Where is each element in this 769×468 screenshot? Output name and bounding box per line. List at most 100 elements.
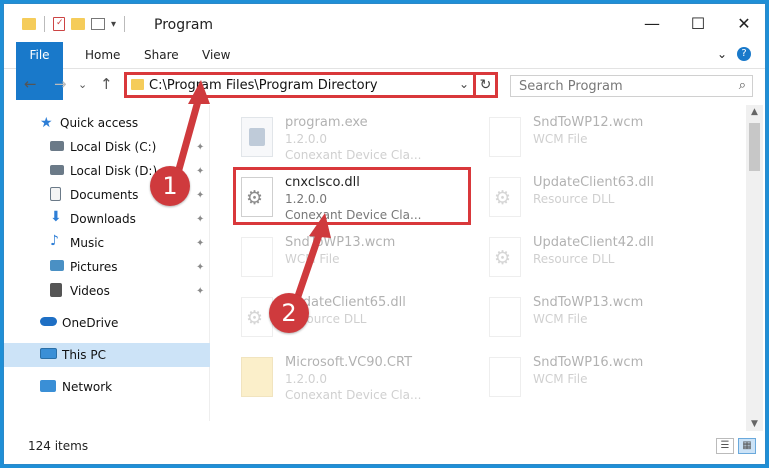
- network-icon: [40, 380, 56, 392]
- file-description: WCM File: [533, 132, 588, 146]
- properties-icon[interactable]: ✓: [53, 17, 65, 31]
- file-item[interactable]: SndToWP13.wcm WCM File: [481, 287, 719, 345]
- sidebar-item-videos[interactable]: Videos ✦: [4, 279, 210, 303]
- folder-icon: [131, 79, 144, 90]
- file-name: SndToWP16.wcm: [533, 355, 644, 370]
- scrollbar-thumb[interactable]: [749, 123, 760, 171]
- star-icon: ★: [40, 115, 53, 131]
- address-bar[interactable]: C:\Program Files\Program Directory ⌄: [124, 72, 476, 98]
- pictures-icon: [50, 260, 64, 271]
- sidebar-item-local-disk-c[interactable]: Local Disk (C:) ✦: [4, 135, 210, 159]
- file-item[interactable]: UpdateClient63.dll Resource DLL: [481, 167, 719, 225]
- sidebar-item-label: OneDrive: [62, 316, 119, 330]
- pin-icon[interactable]: ✦: [196, 190, 204, 201]
- folder-icon[interactable]: [22, 18, 36, 30]
- vertical-scrollbar[interactable]: ▲ ▼: [746, 105, 763, 431]
- window-title: Program: [154, 17, 214, 33]
- sidebar-item-music[interactable]: ♪ Music ✦: [4, 231, 210, 255]
- file-name: cnxclsco.dll: [285, 175, 360, 190]
- file-version: 1.2.0.0: [285, 192, 327, 206]
- status-bar: 124 items ☰ ▦: [4, 432, 765, 462]
- forward-icon[interactable]: →: [54, 75, 67, 93]
- new-folder-icon[interactable]: [71, 18, 85, 30]
- chevron-down-icon[interactable]: ▾: [111, 19, 116, 30]
- file-item[interactable]: SndToWP12.wcm WCM File: [481, 107, 719, 165]
- sidebar-item-label: Network: [62, 380, 113, 394]
- sidebar-item-this-pc[interactable]: This PC: [4, 343, 210, 367]
- file-name: Microsoft.VC90.CRT: [285, 355, 413, 370]
- address-path[interactable]: C:\Program Files\Program Directory: [149, 78, 378, 93]
- file-list: program.exe 1.2.0.0 Conexant Device Cla.…: [211, 105, 744, 421]
- sidebar-item-quick-access[interactable]: ★ Quick access: [4, 111, 210, 135]
- sidebar-item-label: Local Disk (D:): [70, 164, 158, 178]
- back-icon[interactable]: ←: [24, 75, 37, 93]
- details-view-icon[interactable]: ☰: [716, 438, 734, 454]
- customize-icon[interactable]: [91, 18, 105, 30]
- file-description: WCM File: [533, 312, 588, 326]
- sidebar-item-label: Documents: [70, 188, 139, 202]
- file-description: Resource DLL: [533, 252, 615, 266]
- sidebar-item-label: Music: [70, 236, 105, 250]
- address-dropdown-icon[interactable]: ⌄: [459, 77, 469, 91]
- tab-home[interactable]: Home: [85, 42, 120, 69]
- tab-view[interactable]: View: [202, 42, 230, 69]
- sidebar-item-pictures[interactable]: Pictures ✦: [4, 255, 210, 279]
- drive-icon: [50, 165, 64, 175]
- pin-icon[interactable]: ✦: [196, 214, 204, 225]
- computer-icon: [40, 348, 57, 359]
- expand-ribbon-icon[interactable]: ⌄: [717, 47, 727, 61]
- file-icon: [489, 117, 521, 157]
- sidebar-item-onedrive[interactable]: OneDrive: [4, 311, 210, 335]
- file-icon: [241, 237, 273, 277]
- close-button[interactable]: ✕: [721, 4, 765, 42]
- sidebar-item-downloads[interactable]: ⬇ Downloads ✦: [4, 207, 210, 231]
- sidebar-item-label: Local Disk (C:): [70, 140, 157, 154]
- recent-locations-icon[interactable]: ⌄: [78, 78, 87, 91]
- file-item[interactable]: SndToWP16.wcm WCM File: [481, 347, 719, 405]
- dll-icon: [489, 237, 521, 277]
- explorer-window: ✓ ▾ Program — ☐ ✕ File Home Share View ⌄…: [3, 3, 766, 465]
- maximize-button[interactable]: ☐: [675, 4, 721, 42]
- minimize-button[interactable]: —: [629, 4, 675, 42]
- help-icon[interactable]: ?: [737, 47, 751, 61]
- file-description: Conexant Device Cla...: [285, 148, 422, 162]
- file-name: SndToWP12.wcm: [533, 115, 644, 130]
- sidebar-item-label: Pictures: [70, 260, 118, 274]
- dll-icon: [241, 297, 273, 337]
- ribbon-right-controls: ⌄ ?: [717, 47, 751, 61]
- ribbon-tabs: File Home Share View ⌄ ?: [4, 42, 765, 100]
- up-icon[interactable]: ↑: [100, 75, 113, 93]
- exe-icon: [241, 117, 273, 157]
- scroll-down-icon[interactable]: ▼: [746, 419, 763, 429]
- search-icon[interactable]: ⌕: [739, 78, 746, 93]
- file-item[interactable]: SndToWP13.wcm WCM File: [233, 227, 471, 285]
- file-item[interactable]: UpdateClient42.dll Resource DLL: [481, 227, 719, 285]
- navigation-row: ← → ⌄ ↑ C:\Program Files\Program Directo…: [4, 69, 765, 105]
- file-item[interactable]: program.exe 1.2.0.0 Conexant Device Cla.…: [233, 107, 471, 165]
- tab-share[interactable]: Share: [144, 42, 179, 69]
- scroll-up-icon[interactable]: ▲: [746, 107, 763, 117]
- file-icon: [489, 297, 521, 337]
- pin-icon[interactable]: ✦: [196, 166, 204, 177]
- file-icon: [489, 357, 521, 397]
- toolbar-separator: [44, 16, 45, 32]
- tiles-view-icon[interactable]: ▦: [738, 438, 756, 454]
- search-placeholder: Search Program: [519, 79, 623, 94]
- pin-icon[interactable]: ✦: [196, 262, 204, 273]
- file-item[interactable]: Microsoft.VC90.CRT 1.2.0.0 Conexant Devi…: [233, 347, 471, 405]
- sidebar-item-network[interactable]: Network: [4, 375, 210, 399]
- callout-badge-2: 2: [269, 293, 309, 333]
- pin-icon[interactable]: ✦: [196, 286, 204, 297]
- file-item-selected[interactable]: cnxclsco.dll 1.2.0.0 Conexant Device Cla…: [233, 167, 471, 225]
- pin-icon[interactable]: ✦: [196, 238, 204, 249]
- pin-icon[interactable]: ✦: [196, 142, 204, 153]
- sidebar-item-label: This PC: [62, 348, 106, 362]
- sidebar-item-label: Videos: [70, 284, 110, 298]
- documents-icon: [50, 187, 61, 201]
- file-description: Conexant Device Cla...: [285, 208, 422, 222]
- toolbar-separator: [124, 16, 126, 32]
- file-version: 1.2.0.0: [285, 132, 327, 146]
- file-name: SndToWP13.wcm: [285, 235, 396, 250]
- search-input[interactable]: Search Program ⌕: [510, 75, 753, 97]
- refresh-button[interactable]: ↻: [476, 72, 498, 98]
